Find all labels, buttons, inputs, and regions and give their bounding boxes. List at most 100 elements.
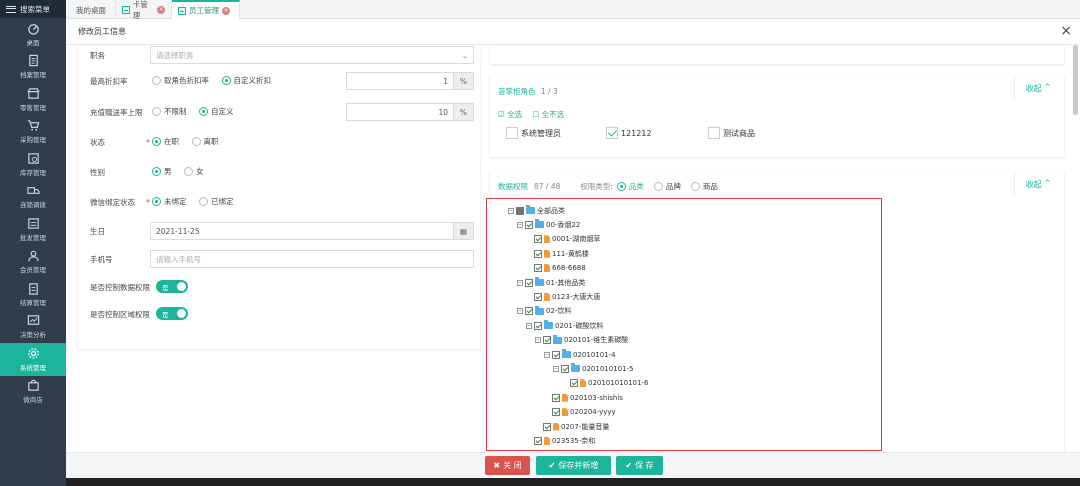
tree-checkbox[interactable] — [552, 408, 560, 417]
tree-node[interactable]: − 00-香烟22 — [517, 218, 580, 231]
scrollbar[interactable] — [1073, 45, 1078, 115]
tree-node[interactable]: 023535-奈和 — [526, 434, 595, 447]
position-row: 职务 请选择职务 ⌄ — [78, 45, 480, 65]
checkbox[interactable] — [506, 127, 518, 139]
tree-toggle[interactable]: − — [508, 207, 514, 214]
tree-toggle[interactable]: − — [535, 337, 541, 344]
tree-toggle[interactable]: − — [526, 322, 532, 329]
tree-checkbox[interactable] — [534, 264, 542, 273]
tree-node[interactable]: 020204-yyyy — [544, 406, 616, 419]
sidebar-item[interactable]: 库存管理 — [0, 148, 66, 181]
roles-collapse-button[interactable]: 收起 ⌃ — [1014, 75, 1062, 101]
tree-checkbox[interactable] — [552, 393, 560, 402]
radio-no-limit[interactable]: 不限制 — [152, 106, 187, 117]
area-perm-toggle[interactable]: 是 — [156, 307, 188, 320]
sidebar-item[interactable]: 连锁调拨 — [0, 181, 66, 214]
sidebar-item[interactable]: 采购管理 — [0, 116, 66, 149]
position-select[interactable]: 请选择职务 ⌄ — [150, 46, 474, 64]
radio-employed[interactable]: 在职 — [152, 136, 179, 147]
sidebar-item[interactable]: 会员管理 — [0, 246, 66, 279]
tree-checkbox[interactable] — [534, 292, 542, 301]
close-icon[interactable]: × — [157, 6, 165, 14]
radio-custom-discount[interactable]: 自定义折扣 — [221, 75, 271, 86]
tree-checkbox[interactable] — [534, 321, 542, 330]
calendar-icon[interactable]: ▦ — [453, 223, 473, 239]
checkbox[interactable] — [708, 127, 720, 139]
tree-checkbox[interactable] — [543, 422, 551, 431]
tree-checkbox[interactable] — [525, 307, 533, 316]
radio-resigned[interactable]: 离职 — [191, 136, 219, 147]
role-item[interactable]: 系统管理员 — [506, 127, 561, 139]
check-icon: ✔ — [625, 461, 633, 470]
radio-brand[interactable]: 品牌 — [653, 181, 681, 192]
tree-toggle[interactable]: − — [553, 365, 559, 372]
tree-node[interactable]: 0001-湖南烟草 — [526, 233, 600, 246]
radio-role-discount[interactable]: 取角色折扣率 — [152, 75, 209, 86]
role-item[interactable]: 121212 — [606, 127, 652, 139]
tree-node[interactable]: − 02-饮料 — [517, 305, 571, 318]
tree-node[interactable]: 668-6688 — [526, 262, 586, 275]
dialog-close-button[interactable]: × — [1060, 23, 1072, 39]
phone-input[interactable]: 请输入手机号 — [150, 250, 474, 268]
radio-bound[interactable]: 已绑定 — [199, 196, 234, 207]
birthday-input[interactable]: 2021-11-25 ▦ — [150, 222, 474, 240]
radio-category[interactable]: 品类 — [616, 181, 644, 192]
close-icon[interactable]: × — [222, 6, 230, 15]
tree-node[interactable]: 0207-能量音量 — [535, 420, 609, 433]
select-none-button[interactable]: ☐ 全不选 — [533, 110, 565, 119]
tree-checkbox[interactable] — [543, 336, 551, 345]
checkbox[interactable] — [606, 127, 618, 139]
tree-toggle[interactable]: − — [544, 351, 550, 358]
tree-checkbox[interactable] — [534, 235, 542, 244]
tree-checkbox[interactable] — [552, 350, 560, 359]
tree-node[interactable]: 020101010101-6 — [562, 377, 648, 390]
sidebar-item[interactable]: 批发管理 — [0, 213, 66, 246]
tree-node[interactable]: − 0201-碳酸饮料 — [526, 319, 603, 332]
tree-checkbox[interactable] — [516, 206, 524, 215]
select-all-button[interactable]: ☑ 全选 — [498, 110, 522, 119]
tree-node[interactable]: 111-黄鹤楼 — [526, 247, 589, 260]
data-perm-collapse-button[interactable]: 收起 ⌃ — [1014, 171, 1062, 197]
discount-input[interactable]: 1 % — [346, 72, 474, 90]
sidebar-item[interactable]: 桌面 — [0, 18, 66, 51]
tree-node[interactable]: − 02010101-4 — [544, 348, 616, 361]
recharge-radio-group: 不限制 自定义 — [152, 106, 244, 118]
radio-unbound[interactable]: 未绑定 — [152, 196, 187, 207]
sidebar-item[interactable]: 系统管理 — [0, 343, 66, 376]
tree-node[interactable]: − 01-其他品类 — [517, 276, 585, 289]
radio-custom-limit[interactable]: 自定义 — [199, 106, 234, 117]
sidebar-item[interactable]: 决策分析 — [0, 311, 66, 344]
tree-checkbox[interactable] — [525, 278, 533, 287]
tree-node[interactable]: − 020101-维生素碳酸 — [535, 334, 628, 347]
sidebar-item[interactable]: 零售管理 — [0, 83, 66, 116]
tab-employee-management[interactable]: 员工管理 × — [172, 0, 240, 19]
recharge-input[interactable]: 10 % — [346, 103, 474, 121]
radio-product[interactable]: 商品 — [690, 181, 718, 192]
tree-node[interactable]: 0123-大唐大唐 — [526, 290, 600, 303]
save-and-new-button[interactable]: ✔ 保存并新增 — [536, 456, 611, 475]
tree-checkbox[interactable] — [570, 379, 578, 388]
tab-desktop[interactable]: 我的桌面 — [70, 1, 116, 19]
tree-checkbox[interactable] — [534, 249, 542, 258]
tree-node[interactable]: − 0201010101-5 — [553, 362, 634, 375]
sidebar-item[interactable]: 结算管理 — [0, 278, 66, 311]
tree-toggle[interactable]: − — [517, 221, 523, 228]
save-button[interactable]: ✔ 保 存 — [616, 456, 663, 475]
tree-toggle[interactable]: − — [517, 279, 523, 286]
tree-checkbox[interactable] — [525, 220, 533, 229]
data-perm-toggle[interactable]: 是 — [156, 280, 188, 293]
tree-toggle[interactable]: − — [517, 308, 523, 315]
tree-node[interactable]: − 全部品类 — [508, 204, 565, 217]
tree-checkbox[interactable] — [534, 436, 542, 445]
radio-male[interactable]: 男 — [152, 166, 172, 177]
menu-search-button[interactable]: 搜索菜单 — [0, 0, 66, 18]
sidebar-item[interactable]: 档案管理 — [0, 51, 66, 84]
radio-female[interactable]: 女 — [184, 166, 204, 177]
close-button[interactable]: ✖ 关 闭 — [485, 456, 530, 475]
tab-card-management[interactable]: 卡管理 × — [116, 0, 172, 20]
file-icon — [544, 249, 550, 258]
tree-node[interactable]: 020103-shishis — [544, 391, 623, 404]
sidebar-item[interactable]: 微商店 — [0, 376, 66, 409]
tree-checkbox[interactable] — [561, 364, 569, 373]
role-item[interactable]: 测试商品 — [708, 127, 755, 139]
